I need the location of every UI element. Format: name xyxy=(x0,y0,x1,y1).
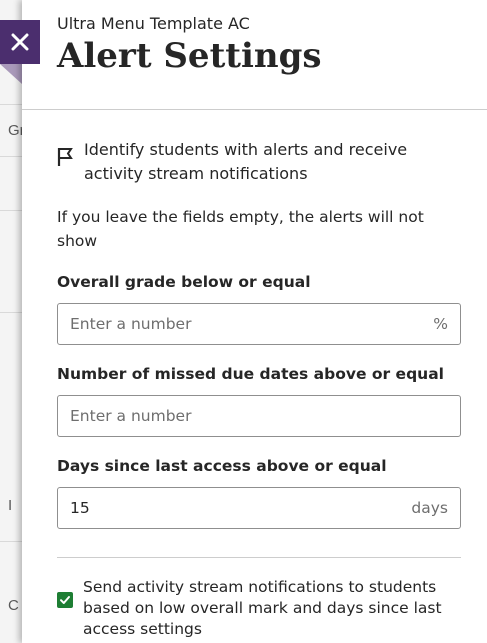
background-text: I xyxy=(8,497,13,514)
missed-due-dates-label: Number of missed due dates above or equa… xyxy=(57,365,444,383)
empty-fields-hint: If you leave the fields empty, the alert… xyxy=(57,208,424,250)
alert-settings-panel: Ultra Menu Template AC Alert Settings Id… xyxy=(22,0,487,643)
notify-students-checkbox[interactable] xyxy=(57,592,73,608)
background-divider xyxy=(0,156,22,157)
panel-content: Identify students with alerts and receiv… xyxy=(57,138,461,640)
close-icon xyxy=(11,33,29,51)
background-text: C xyxy=(8,597,19,614)
notify-students-label: Send activity stream notifications to st… xyxy=(83,578,442,638)
section-divider xyxy=(57,557,461,558)
ribbon-decoration xyxy=(0,64,22,84)
background-divider xyxy=(0,312,22,313)
days-since-access-label: Days since last access above or equal xyxy=(57,457,387,475)
background-page: Gr I C xyxy=(0,0,22,643)
grade-field[interactable]: % xyxy=(57,303,461,345)
days-suffix: days xyxy=(411,499,448,517)
close-panel-button[interactable] xyxy=(0,20,40,64)
page-title: Alert Settings xyxy=(57,36,322,76)
background-text: Gr xyxy=(8,122,22,139)
flag-icon xyxy=(57,146,75,168)
checkmark-icon xyxy=(60,596,70,604)
background-divider xyxy=(0,104,22,105)
background-divider xyxy=(0,210,22,211)
course-name: Ultra Menu Template AC xyxy=(57,14,250,33)
background-divider xyxy=(0,541,22,542)
days-since-access-input[interactable] xyxy=(70,499,404,517)
panel-header: Ultra Menu Template AC Alert Settings xyxy=(22,0,487,110)
missed-due-dates-input[interactable] xyxy=(70,407,448,425)
grade-label: Overall grade below or equal xyxy=(57,273,311,291)
days-since-access-field[interactable]: days xyxy=(57,487,461,529)
notification-option: Send activity stream notifications to st… xyxy=(57,577,461,640)
percent-suffix: % xyxy=(433,315,448,333)
intro-section: Identify students with alerts and receiv… xyxy=(57,138,461,186)
missed-due-dates-field[interactable] xyxy=(57,395,461,437)
grade-input[interactable] xyxy=(70,315,426,333)
intro-text: Identify students with alerts and receiv… xyxy=(84,140,408,183)
